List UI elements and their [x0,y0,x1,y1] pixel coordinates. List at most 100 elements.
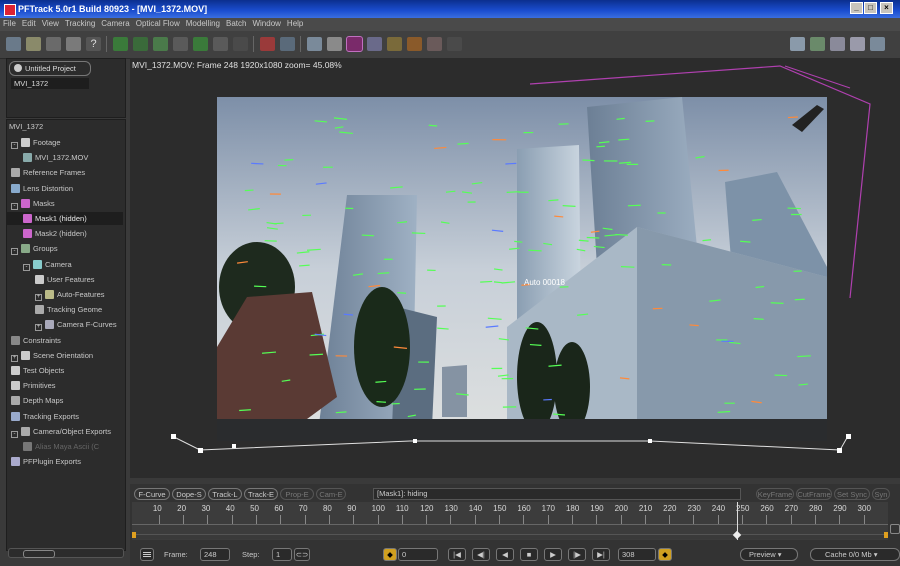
tree-item[interactable]: Depth Maps [7,394,123,407]
mask-tool-icon[interactable] [346,36,363,52]
timeline-button-cutframe[interactable]: CutFrame [796,488,832,500]
range-start-marker[interactable] [132,532,136,538]
scrollbar-thumb[interactable] [23,550,55,558]
tree-item[interactable]: + Auto-Features [7,288,123,301]
collapse-icon[interactable]: - [11,430,18,438]
wand-tool-icon[interactable] [6,37,21,51]
tree-item[interactable]: Mask2 (hidden) [7,227,123,240]
mask-point[interactable] [171,434,176,439]
mask-point[interactable] [837,448,842,453]
tree-item[interactable]: Primitives [7,379,123,392]
menu-optical-flow[interactable]: Optical Flow [133,18,183,29]
menu-window[interactable]: Window [249,18,283,29]
layout-full-icon[interactable] [870,37,885,51]
menu-file[interactable]: File [0,18,19,29]
timeline-button-dope-s[interactable]: Dope-S [172,488,206,500]
mask-point[interactable] [846,434,851,439]
solve-tool-icon[interactable] [193,37,208,51]
set-end-button[interactable]: ◆ [658,548,672,561]
tree-item[interactable]: Constraints [7,334,123,347]
timeline-button-prop-e[interactable]: Prop-E [280,488,314,500]
camera-tool-icon[interactable] [327,37,342,51]
export-tool-icon[interactable] [66,37,81,51]
tree-item[interactable]: User Features [7,273,123,286]
layout-split-icon[interactable] [850,37,865,51]
tree-item[interactable]: MVI_1372.MOV [7,151,123,164]
timeline-ruler[interactable]: 10 20 30 40 50 60 70 80 90 100 110 120 130 140 150 160 1… [132,502,888,540]
step-back-button[interactable]: ◀| [472,548,490,561]
points-tool-icon[interactable] [213,37,228,51]
globe-tool-icon[interactable] [307,37,322,51]
go-start-button[interactable]: |◀ [448,548,466,561]
footage-tool-icon[interactable] [26,37,41,51]
tree-item[interactable]: Test Objects [7,364,123,377]
figure-tool-icon[interactable] [427,37,442,51]
list-tool-icon[interactable] [46,37,61,51]
expand-icon[interactable]: + [35,294,42,301]
tree-scrollbar[interactable] [8,548,124,558]
menu-modelling[interactable]: Modelling [183,18,223,29]
geometry-tool-icon[interactable] [367,37,382,51]
feature-tool-icon[interactable] [153,37,168,51]
timeline-button-set-sync[interactable]: Set Sync [834,488,870,500]
timeline-button-track-e[interactable]: Track-E [244,488,278,500]
tree-item[interactable]: - Groups [7,242,123,256]
stop-button[interactable]: ■ [520,548,538,561]
collapse-icon[interactable]: - [23,263,30,271]
orient-tool-icon[interactable] [387,37,402,51]
menu-edit[interactable]: Edit [19,18,39,29]
tree-item[interactable]: Reference Frames [7,166,123,179]
menu-tracking[interactable]: Tracking [62,18,98,29]
clip-item[interactable]: MVI_1372 [11,78,89,89]
tree-item[interactable]: - Footage [7,136,123,149]
project-tab[interactable]: Untitled Project [9,61,91,76]
go-end-button[interactable]: ▶| [592,548,610,561]
start-frame-field[interactable]: 0 [398,548,438,561]
track-tool-icon[interactable] [113,37,128,51]
play-reverse-button[interactable]: ◀ [496,548,514,561]
preview-dropdown[interactable]: Preview ▾ [740,548,798,561]
rotate-tool-icon[interactable] [280,37,295,51]
play-button[interactable]: ▶ [544,548,562,561]
maximize-button[interactable]: □ [864,2,877,14]
tree-item[interactable]: - Camera/Object Exports [7,425,123,438]
mask-point[interactable] [198,448,203,453]
tree-item[interactable]: Tracking Geome [7,303,123,316]
collapse-icon[interactable]: - [11,202,18,210]
export-disabled-icon[interactable] [447,37,462,51]
range-end-marker[interactable] [884,532,888,538]
frame-field[interactable]: 248 [200,548,230,561]
timeline-button-keyframe[interactable]: KeyFrame [756,488,794,500]
pin-tool-icon[interactable] [260,37,275,51]
tree-item[interactable]: PFPlugin Exports [7,455,123,468]
layout-quad-icon[interactable] [830,37,845,51]
menu-toggle-button[interactable] [140,548,154,561]
layout-single-icon[interactable] [790,37,805,51]
menu-camera[interactable]: Camera [98,18,132,29]
step-forward-button[interactable]: |▶ [568,548,586,561]
axis-tool-icon[interactable] [407,37,422,51]
tree-item[interactable]: Alias Maya Ascii (C [7,440,123,453]
disabled-tool-icon[interactable] [233,37,248,51]
tree-item[interactable]: Mask1 (hidden) [7,212,123,225]
step-field[interactable]: 1 [272,548,292,561]
menu-batch[interactable]: Batch [223,18,249,29]
loop-button[interactable]: ⊂⊃ [294,548,310,561]
tree-item[interactable]: - Masks [7,197,123,210]
tree-item[interactable]: - Camera [7,258,123,271]
help-tool-icon[interactable]: ? [86,37,101,51]
footage-image[interactable]: Auto 00018 [217,97,827,441]
menu-view[interactable]: View [39,18,62,29]
mask-point[interactable] [648,439,652,443]
end-frame-field[interactable]: 308 [618,548,656,561]
collapse-icon[interactable]: - [11,248,18,256]
layout-graph-icon[interactable] [810,37,825,51]
tree-item[interactable]: + Scene Orientation [7,349,123,362]
minimize-button[interactable]: _ [850,2,863,14]
timeline-button-f-curve[interactable]: F-Curve [134,488,170,500]
auto-track-tool-icon[interactable] [133,37,148,51]
mask-point[interactable] [413,439,417,443]
tree-item[interactable]: Tracking Exports [7,410,123,423]
set-start-button[interactable]: ◆ [383,548,397,561]
tree-item[interactable]: + Camera F-Curves [7,318,123,332]
